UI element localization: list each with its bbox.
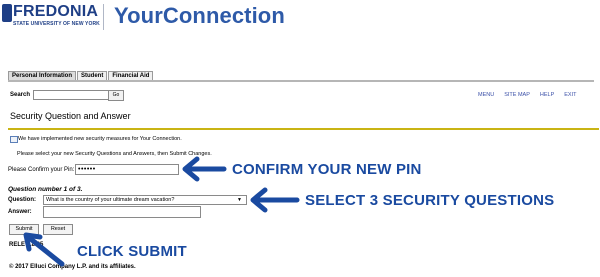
site-header: FREDONIA STATE UNIVERSITY OF NEW YORK Yo… [0,0,600,34]
header-divider [103,4,104,30]
tab-divider [8,80,594,82]
arrow-questions-icon [250,187,300,213]
annotation-click-submit: CLICK SUBMIT [77,243,187,260]
logo-name: FREDONIA [13,3,99,20]
arrow-submit-icon [23,232,65,267]
top-nav-links: MENU SITE MAP HELP EXIT [478,92,576,98]
instructions-text: Please select your new Security Question… [17,151,212,157]
info-icon [10,136,18,143]
logo-subtitle: STATE UNIVERSITY OF NEW YORK [13,21,100,27]
search-input[interactable] [33,90,109,100]
arrow-pin-icon [182,156,227,182]
reset-button[interactable]: Reset [43,224,73,235]
security-question-select[interactable]: What is the country of your ultimate dre… [43,195,247,205]
nav-link-menu[interactable]: MENU [478,92,494,98]
question-number: Question number 1 of 3. [8,186,83,193]
search-go-button[interactable]: Go [108,90,124,101]
answer-label: Answer: [8,209,32,215]
gold-divider [8,128,599,130]
app-title: YourConnection [114,3,285,28]
answer-input[interactable] [43,206,201,218]
annotation-select-questions: SELECT 3 SECURITY QUESTIONS [305,192,555,209]
annotation-confirm-pin: CONFIRM YOUR NEW PIN [232,161,422,178]
fredonia-logo-icon [2,4,12,22]
nav-link-help[interactable]: HELP [540,92,554,98]
info-message: We have implemented new security measure… [18,136,182,142]
chevron-down-icon[interactable]: ▼ [237,197,242,203]
pin-input[interactable]: •••••• [75,164,179,175]
page-title: Security Question and Answer [10,111,131,121]
nav-link-exit[interactable]: EXIT [564,92,576,98]
question-label: Question: [8,197,36,203]
search-label: Search [10,92,31,98]
pin-label: Please Confirm your Pin: [8,167,75,173]
submit-button[interactable]: Submit [9,224,39,235]
copyright-text: © 2017 Elluci Company L.P. and its affil… [9,264,136,270]
nav-link-site-map[interactable]: SITE MAP [504,92,530,98]
release-text: RELE 8.8.25 [9,242,44,248]
